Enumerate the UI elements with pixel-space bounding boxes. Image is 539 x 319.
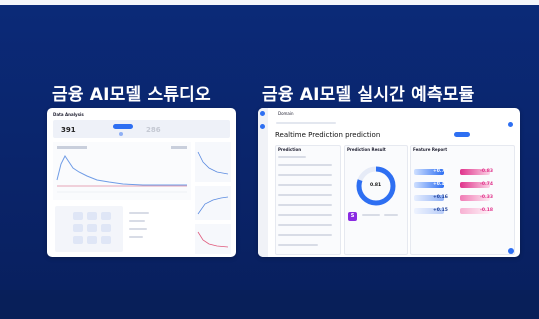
breadcrumb [276,122,336,124]
matrix-cell [73,236,83,244]
feature-pos-value: +0.77 [433,169,448,174]
matrix-cell [101,212,111,220]
input-row[interactable] [278,224,332,226]
feature-pos-value: +0.16 [433,195,448,200]
matrix-cell [73,212,83,220]
matrix-cell [87,236,97,244]
matrix-cell [73,224,83,232]
input-row[interactable] [278,184,332,186]
nav-home-icon[interactable] [260,124,265,129]
realtime-app-tab[interactable]: Domain [278,111,294,116]
input-row[interactable] [278,194,332,196]
realtime-run-button[interactable] [454,132,470,137]
input-row[interactable] [278,214,332,216]
studio-action-button[interactable] [113,124,133,129]
input-row[interactable] [278,204,332,206]
input-row[interactable] [278,244,318,246]
input-row[interactable] [278,156,306,158]
matrix-cell [87,224,97,232]
studio-mini-chart-2 [195,186,231,220]
list-item [129,212,149,214]
feature-neg-value: -0.83 [480,169,493,174]
heading-studio: 금융 AI모델 스튜디오 [52,85,211,105]
feature-pos-value: +0.48 [433,182,448,187]
bottom-band [0,290,539,319]
studio-mini-chart-1 [195,142,231,182]
studio-mini-chart-3 [195,224,231,254]
chart-legend-placeholder [171,146,187,149]
studio-app-title: Data Analysis [53,112,84,117]
studio-screenshot: Data Analysis 391 286 [47,108,236,257]
feature-pos-value: +0.15 [433,208,448,213]
input-row[interactable] [278,164,332,166]
feature-neg-value: -0.33 [480,195,493,200]
matrix-cell [101,224,111,232]
studio-main-chart [53,142,191,200]
studio-stat-secondary: 286 [146,126,161,134]
help-fab-icon[interactable] [508,248,514,254]
chart-title-placeholder [57,146,87,149]
prediction-input-panel [275,145,341,255]
slide: 금융 AI모델 스튜디오 금융 AI모델 실시간 예측모듈 Data Analy… [0,0,539,319]
matrix-cell [101,236,111,244]
feature-neg-value: -0.18 [480,208,493,213]
studio-indicator-dot [119,132,123,136]
input-row[interactable] [278,174,332,176]
matrix-cell [87,212,97,220]
feature-panel-title: Feature Report [413,147,448,152]
result-line [384,214,398,216]
gauge-value: 0.81 [370,183,382,188]
logo-icon [260,111,265,116]
result-panel-title: Prediction Result [347,147,386,152]
realtime-sidebar [258,108,268,257]
score-badge: S [348,212,357,221]
feature-neg-value: -0.74 [480,182,493,187]
settings-icon[interactable] [508,122,513,127]
input-row[interactable] [278,234,332,236]
top-strip [0,0,539,5]
result-line [362,214,380,216]
realtime-page-title: Realtime Prediction prediction [275,131,381,139]
studio-stats-bar [53,120,230,138]
prediction-panel-title: Prediction [278,147,302,152]
heading-realtime: 금융 AI모델 실시간 예측모듈 [262,85,475,105]
studio-stat-main: 391 [61,126,76,134]
list-item [129,236,143,238]
list-item [129,220,145,222]
list-item [129,228,147,230]
realtime-screenshot: Domain Realtime Prediction prediction Pr… [258,108,520,257]
